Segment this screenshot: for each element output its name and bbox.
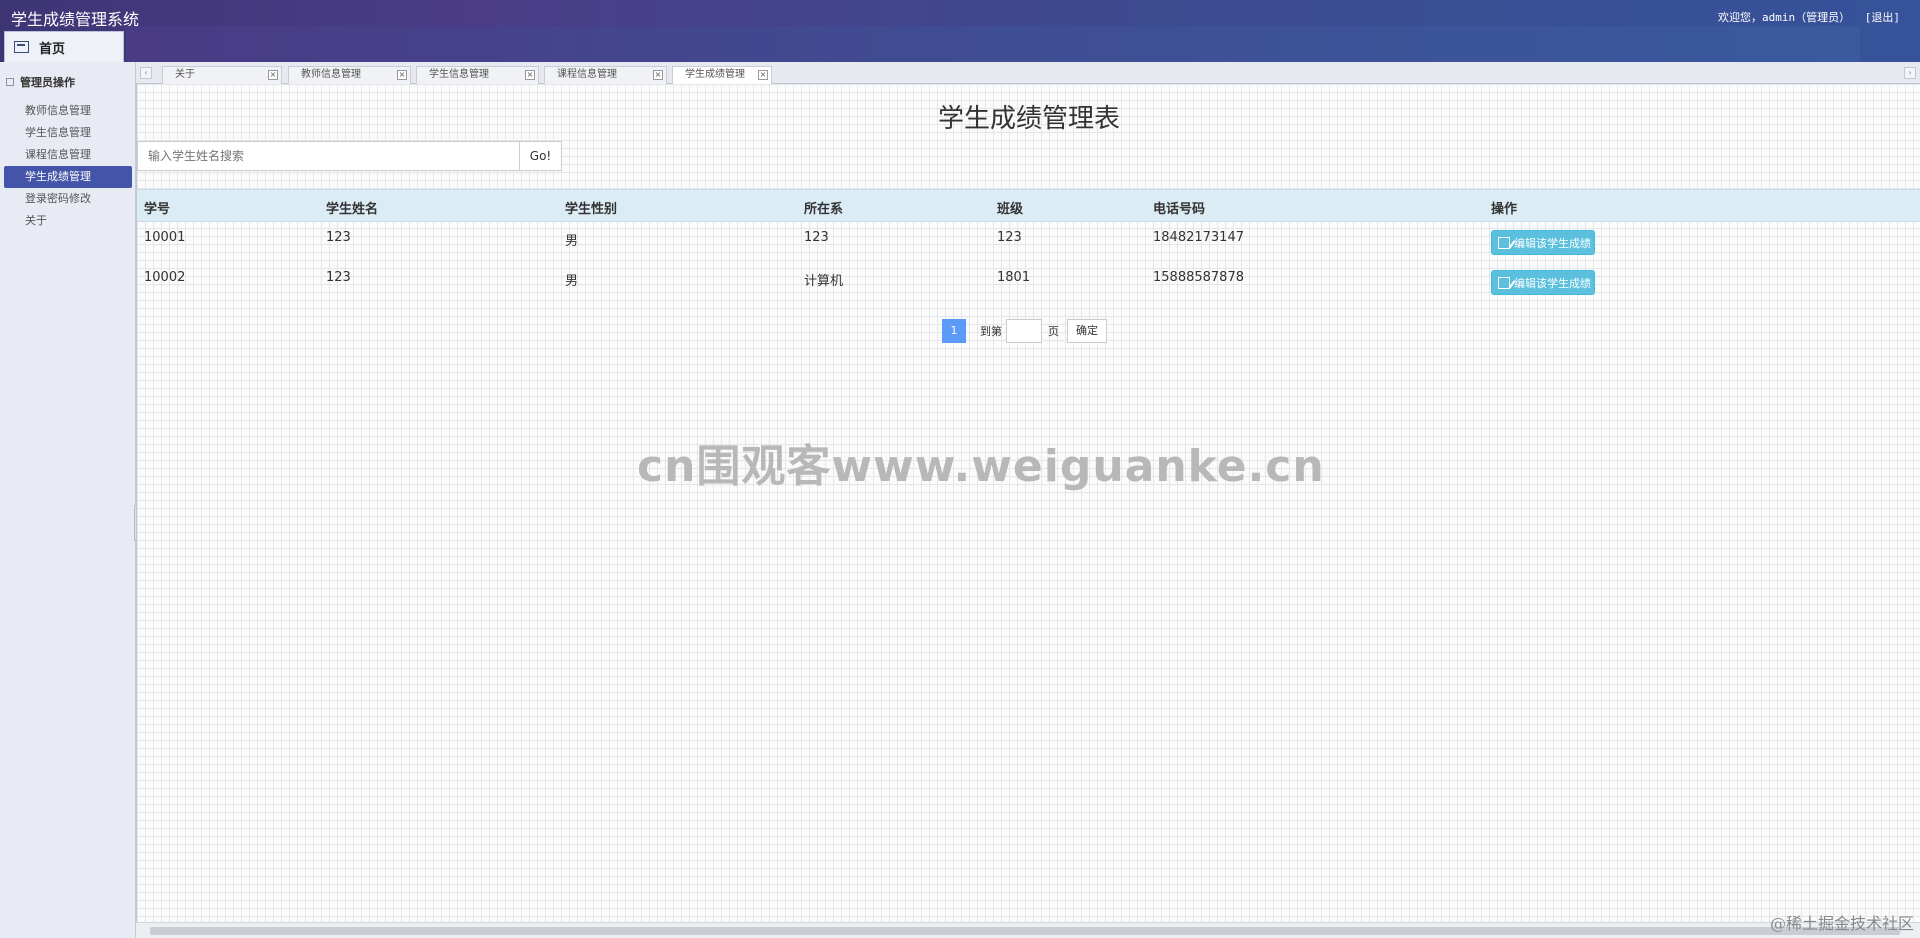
- tab-student[interactable]: 学生信息管理 ×: [416, 66, 539, 84]
- column-header: 班级: [997, 202, 1024, 217]
- edit-score-button[interactable]: 编辑该学生成绩: [1491, 270, 1595, 295]
- sidebar-item-about[interactable]: 关于: [4, 210, 132, 232]
- tab-about[interactable]: 关于 ×: [162, 66, 282, 84]
- content-panel: 学生成绩管理表 Go! 学号 学生姓名 学生性别 所在系 班级 电话号码 操作 …: [136, 84, 1920, 924]
- tab-bar: ‹ 关于 × 教师信息管理 × 学生信息管理 × 课程信息管理 × 学生成绩管理…: [136, 62, 1920, 84]
- scrollbar-thumb[interactable]: [150, 927, 1900, 935]
- cell-id: 10001: [144, 230, 186, 245]
- cell-class: 1801: [997, 270, 1031, 285]
- cell-class: 123: [997, 230, 1022, 245]
- close-icon[interactable]: ×: [268, 70, 278, 80]
- tab-score[interactable]: 学生成绩管理 ×: [672, 66, 772, 84]
- goto-prefix: 到第: [980, 325, 1002, 338]
- sidebar-group-label: 管理员操作: [20, 76, 75, 89]
- tab-label: 关于: [175, 69, 195, 80]
- search-input[interactable]: [137, 141, 520, 171]
- table-row: 10001 123 男 123 123 18482173147 编辑该学生成绩: [137, 222, 1920, 262]
- sidebar-item-score[interactable]: 学生成绩管理: [4, 166, 132, 188]
- tab-course[interactable]: 课程信息管理 ×: [544, 66, 667, 84]
- tab-scroll-right-icon[interactable]: ›: [1904, 67, 1916, 79]
- horizontal-scrollbar[interactable]: [136, 922, 1920, 938]
- close-icon[interactable]: ×: [758, 70, 768, 80]
- welcome-area: 欢迎您，admin（管理员） [退出]: [1710, 9, 1900, 25]
- collapse-box-icon: [6, 78, 14, 86]
- goto-confirm-button[interactable]: 确定: [1067, 319, 1107, 343]
- sidebar-menu: 教师信息管理 学生信息管理 课程信息管理 学生成绩管理 登录密码修改 关于: [4, 100, 132, 232]
- sidebar-item-student[interactable]: 学生信息管理: [4, 122, 132, 144]
- cell-dept: 123: [804, 230, 829, 245]
- cell-gender: 男: [565, 234, 579, 249]
- close-icon[interactable]: ×: [525, 70, 535, 80]
- tab-label: 学生成绩管理: [685, 69, 745, 80]
- cell-dept: 计算机: [804, 274, 844, 289]
- tab-teacher[interactable]: 教师信息管理 ×: [288, 66, 411, 84]
- home-tab-label: 首页: [39, 41, 66, 57]
- home-tab[interactable]: 首页: [4, 31, 124, 62]
- goto-page-input[interactable]: [1006, 319, 1042, 343]
- tab-label: 教师信息管理: [301, 69, 361, 80]
- cell-gender: 男: [565, 274, 579, 289]
- tab-scroll-left-icon[interactable]: ‹: [140, 67, 152, 79]
- cell-phone: 15888587878: [1153, 270, 1244, 285]
- cell-phone: 18482173147: [1153, 230, 1244, 245]
- column-header: 学生姓名: [326, 202, 379, 217]
- column-header: 学生性别: [565, 202, 618, 217]
- tab-label: 课程信息管理: [557, 69, 617, 80]
- header-banner: [126, 26, 1860, 62]
- welcome-text: 欢迎您，admin（管理员）: [1718, 11, 1851, 24]
- sidebar-group-header[interactable]: 管理员操作: [6, 74, 75, 90]
- column-header: 学号: [144, 202, 171, 217]
- column-header: 所在系: [804, 202, 844, 217]
- edit-icon: [1498, 236, 1510, 249]
- column-header: 电话号码: [1153, 202, 1206, 217]
- close-icon[interactable]: ×: [653, 70, 663, 80]
- edit-score-button[interactable]: 编辑该学生成绩: [1491, 230, 1595, 255]
- sidebar-item-password[interactable]: 登录密码修改: [4, 188, 132, 210]
- page-number-current[interactable]: 1: [942, 319, 966, 343]
- table-row: 10002 123 男 计算机 1801 15888587878 编辑该学生成绩: [137, 262, 1920, 302]
- table-header: 学号 学生姓名 学生性别 所在系 班级 电话号码 操作: [137, 189, 1920, 222]
- goto-suffix: 页: [1048, 325, 1059, 338]
- sidebar-item-course[interactable]: 课程信息管理: [4, 144, 132, 166]
- go-button[interactable]: Go!: [519, 141, 562, 171]
- page-title: 学生成绩管理表: [937, 104, 1120, 134]
- sidebar-item-teacher[interactable]: 教师信息管理: [4, 100, 132, 122]
- tab-label: 学生信息管理: [429, 69, 489, 80]
- app-title: 学生成绩管理系统: [11, 10, 140, 29]
- edit-score-label: 编辑该学生成绩: [1514, 276, 1591, 290]
- window-icon: [14, 41, 29, 53]
- sidebar: 管理员操作 教师信息管理 学生信息管理 课程信息管理 学生成绩管理 登录密码修改…: [0, 62, 136, 938]
- close-icon[interactable]: ×: [397, 70, 407, 80]
- corner-watermark: @稀土掘金技术社区: [1769, 914, 1914, 933]
- column-header: 操作: [1491, 202, 1518, 217]
- pagination: 1 到第 页 确定: [942, 318, 1107, 344]
- score-table: 学号 学生姓名 学生性别 所在系 班级 电话号码 操作 10001 123 男 …: [137, 189, 1920, 302]
- edit-icon: [1498, 276, 1510, 289]
- top-header: 学生成绩管理系统 欢迎您，admin（管理员） [退出] 首页: [0, 0, 1920, 62]
- cell-id: 10002: [144, 270, 186, 285]
- cell-name: 123: [326, 270, 351, 285]
- watermark-text: cn围观客www.weiguanke.cn: [637, 441, 1325, 492]
- logout-link[interactable]: [退出]: [1865, 11, 1900, 24]
- edit-score-label: 编辑该学生成绩: [1514, 236, 1591, 250]
- cell-name: 123: [326, 230, 351, 245]
